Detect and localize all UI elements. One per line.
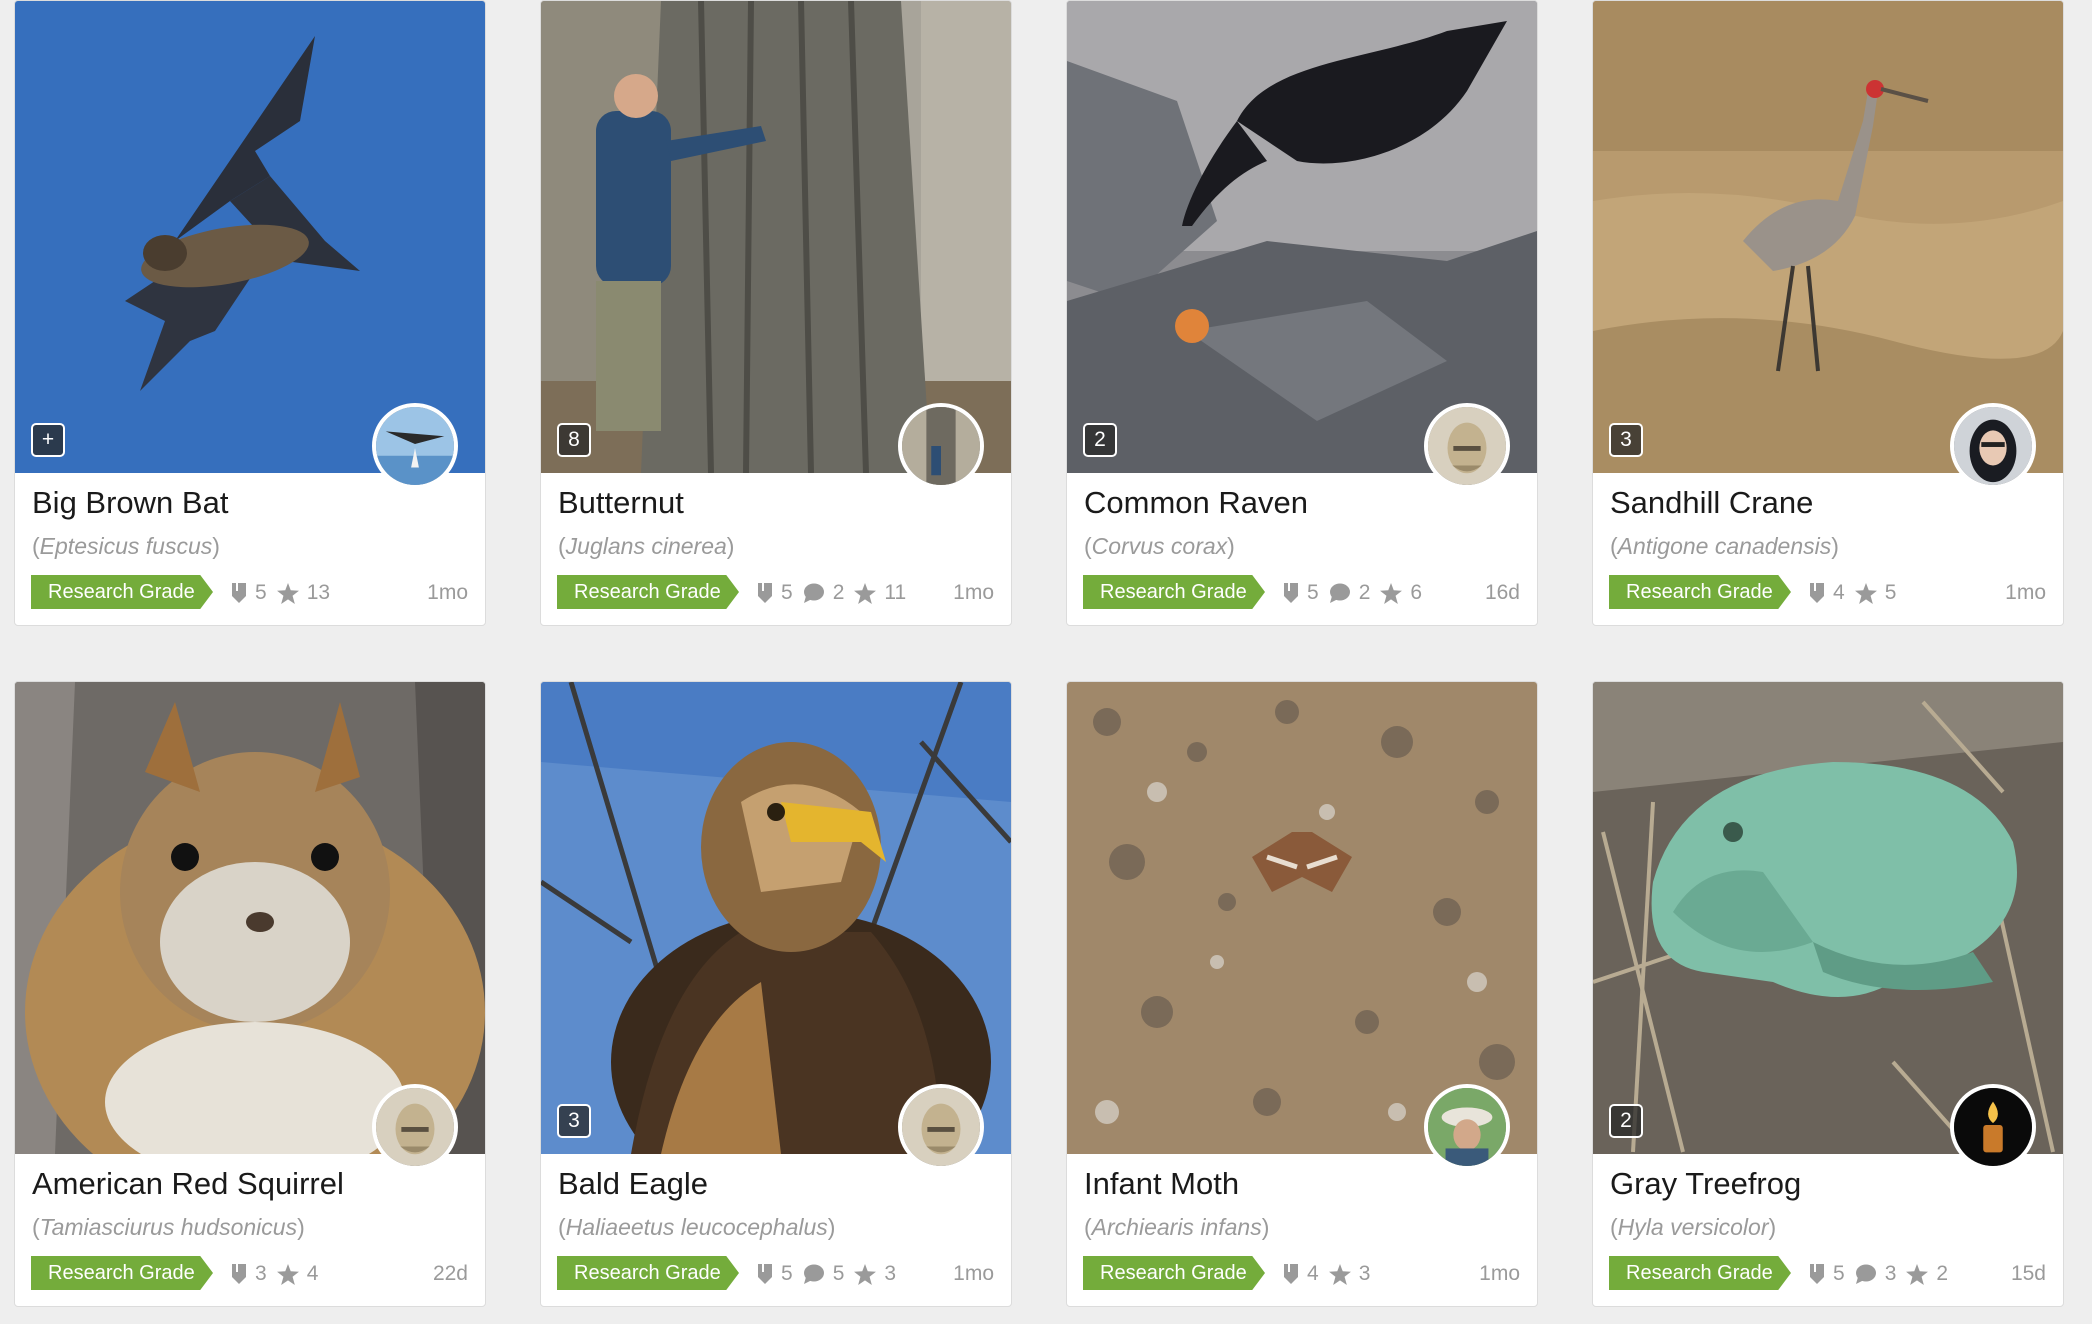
observation-card[interactable]: 3 Sandhill Crane (Antigone canadensis) R… xyxy=(1592,0,2064,626)
stats: 5 2 11 xyxy=(757,579,906,607)
identification-icon xyxy=(1810,583,1824,603)
star-icon xyxy=(1380,582,1403,604)
comment-icon xyxy=(803,1264,824,1284)
star-icon xyxy=(854,582,877,604)
scientific-name: (Juglans cinerea) xyxy=(558,533,735,559)
photo-count: + xyxy=(31,418,69,457)
observation-card[interactable]: 2 Gray Treefrog (Hyla versicolor) Resear… xyxy=(1592,681,2064,1307)
user-avatar[interactable] xyxy=(1950,1084,2036,1170)
research-grade-badge: Research Grade xyxy=(557,575,739,609)
observation-card[interactable]: 3 Bald Eagle (Haliaeetus leucocephalus) … xyxy=(540,681,1012,1307)
scientific-name: (Hyla versicolor) xyxy=(1610,1214,1777,1240)
stats: 4 3 xyxy=(1283,1260,1370,1288)
photo-count: 3 xyxy=(1609,423,1643,457)
user-avatar[interactable] xyxy=(372,1084,458,1170)
observation-card[interactable]: American Red Squirrel (Tamiasciurus huds… xyxy=(14,681,486,1307)
research-grade-badge: Research Grade xyxy=(31,575,213,609)
time-ago: 1mo xyxy=(953,1262,994,1285)
time-ago: 1mo xyxy=(2005,581,2046,604)
stats: 3 4 xyxy=(231,1260,318,1288)
user-avatar[interactable] xyxy=(372,403,458,489)
common-name[interactable]: Gray Treefrog xyxy=(1610,1166,1801,1202)
star-icon xyxy=(1854,582,1877,604)
scientific-name: (Antigone canadensis) xyxy=(1610,533,1839,559)
research-grade-badge: Research Grade xyxy=(1083,575,1265,609)
star-icon xyxy=(1906,1263,1929,1285)
time-ago: 1mo xyxy=(427,581,468,604)
stats: 5 5 3 xyxy=(757,1260,896,1288)
common-name[interactable]: American Red Squirrel xyxy=(32,1166,344,1202)
time-ago: 1mo xyxy=(1479,1262,1520,1285)
common-name[interactable]: Butternut xyxy=(558,485,684,521)
research-grade-badge: Research Grade xyxy=(557,1256,739,1290)
photo-count: 3 xyxy=(557,1104,591,1138)
identification-icon xyxy=(1284,1264,1298,1284)
star-icon xyxy=(854,1263,877,1285)
scientific-name: (Haliaeetus leucocephalus) xyxy=(558,1214,836,1240)
identification-icon xyxy=(758,583,772,603)
common-name[interactable]: Infant Moth xyxy=(1084,1166,1239,1202)
observation-card[interactable]: Infant Moth (Archiearis infans) Research… xyxy=(1066,681,1538,1307)
time-ago: 1mo xyxy=(953,581,994,604)
stats: 5 2 6 xyxy=(1283,579,1422,607)
research-grade-badge: Research Grade xyxy=(31,1256,213,1290)
time-ago: 22d xyxy=(432,1262,468,1285)
observation-grid: + Big Brown Bat (Eptesicus fuscus) Resea… xyxy=(14,0,2064,1307)
scientific-name: (Corvus corax) xyxy=(1084,533,1235,559)
user-avatar[interactable] xyxy=(1424,1084,1510,1170)
common-name[interactable]: Common Raven xyxy=(1084,485,1308,521)
user-avatar[interactable] xyxy=(898,1084,984,1170)
star-icon xyxy=(276,582,299,604)
star-icon xyxy=(276,1263,299,1285)
identification-icon xyxy=(232,583,246,603)
comment-icon xyxy=(1855,1264,1876,1284)
identification-icon xyxy=(758,1264,772,1284)
time-ago: 16d xyxy=(1484,581,1520,604)
observation-card[interactable]: 2 Common Raven (Corvus corax) Research G… xyxy=(1066,0,1538,626)
scientific-name: (Archiearis infans) xyxy=(1084,1214,1270,1240)
stats: 5 3 2 xyxy=(1809,1260,1948,1288)
research-grade-badge: Research Grade xyxy=(1083,1256,1265,1290)
photo-count: 2 xyxy=(1609,1104,1643,1138)
common-name[interactable]: Big Brown Bat xyxy=(32,485,228,521)
common-name[interactable]: Bald Eagle xyxy=(558,1166,708,1202)
user-avatar[interactable] xyxy=(1424,403,1510,489)
comment-icon xyxy=(803,583,824,603)
star-icon xyxy=(1328,1263,1351,1285)
scientific-name: (Eptesicus fuscus) xyxy=(32,533,220,559)
user-avatar[interactable] xyxy=(898,403,984,489)
research-grade-badge: Research Grade xyxy=(1609,575,1791,609)
user-avatar[interactable] xyxy=(1950,403,2036,489)
scientific-name: (Tamiasciurus hudsonicus) xyxy=(32,1214,305,1240)
identification-icon xyxy=(232,1264,246,1284)
common-name[interactable]: Sandhill Crane xyxy=(1610,485,1813,521)
identification-icon xyxy=(1284,583,1298,603)
observation-card[interactable]: + Big Brown Bat (Eptesicus fuscus) Resea… xyxy=(14,0,486,626)
comment-icon xyxy=(1329,583,1350,603)
stats: 5 13 xyxy=(231,579,330,607)
photo-count: 2 xyxy=(1083,423,1117,457)
stats: 4 5 xyxy=(1809,579,1896,607)
time-ago: 15d xyxy=(2010,1262,2046,1285)
identification-icon xyxy=(1810,1264,1824,1284)
research-grade-badge: Research Grade xyxy=(1609,1256,1791,1290)
photo-count: 8 xyxy=(557,423,591,457)
observation-card[interactable]: 8 Butternut (Juglans cinerea) Research G… xyxy=(540,0,1012,626)
